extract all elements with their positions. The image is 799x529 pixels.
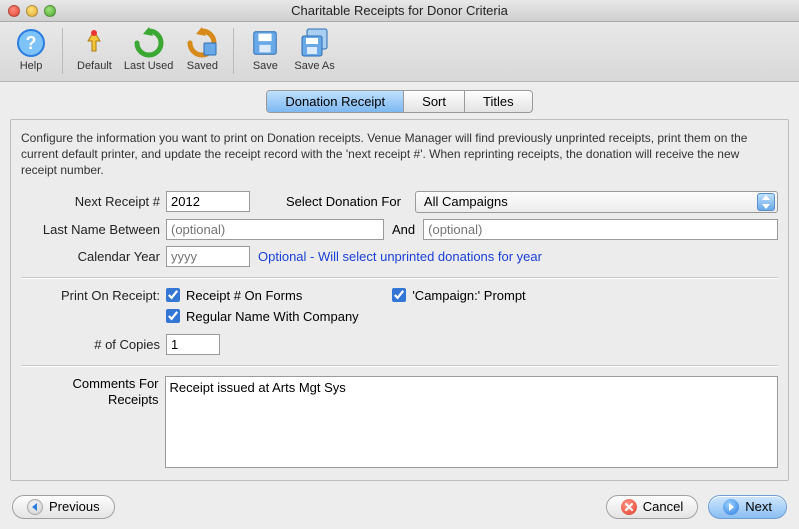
- chk-campaign-prompt-label: 'Campaign:' Prompt: [412, 288, 525, 303]
- tab-bar: Donation Receipt Sort Titles: [266, 90, 532, 113]
- next-receipt-input[interactable]: [166, 191, 250, 212]
- save-button[interactable]: Save: [248, 26, 282, 72]
- print-on-receipt-label: Print On Receipt:: [21, 288, 166, 303]
- save-as-button[interactable]: Save As: [294, 26, 334, 72]
- footer: Previous Cancel Next: [0, 487, 799, 529]
- cancel-button[interactable]: Cancel: [606, 495, 698, 519]
- intro-text: Configure the information you want to pr…: [21, 130, 778, 179]
- next-label: Next: [745, 499, 772, 514]
- chk-regular-name[interactable]: Regular Name With Company: [166, 309, 359, 324]
- copies-label: # of Copies: [21, 337, 166, 352]
- pin-icon: [77, 26, 111, 60]
- tab-titles[interactable]: Titles: [465, 91, 532, 112]
- copies-input[interactable]: [166, 334, 220, 355]
- help-icon: ?: [14, 26, 48, 60]
- chk-receipt-on-forms-box[interactable]: [166, 288, 180, 302]
- saved-button[interactable]: Saved: [185, 26, 219, 72]
- save-as-label: Save As: [294, 60, 334, 72]
- content-area: Donation Receipt Sort Titles Configure t…: [0, 82, 799, 487]
- next-button[interactable]: Next: [708, 495, 787, 519]
- combo-arrows-icon: [757, 193, 775, 211]
- last-used-label: Last Used: [124, 60, 174, 72]
- chk-campaign-prompt[interactable]: 'Campaign:' Prompt: [392, 288, 525, 303]
- titlebar: Charitable Receipts for Donor Criteria: [0, 0, 799, 22]
- and-label: And: [392, 222, 415, 237]
- default-label: Default: [77, 60, 112, 72]
- select-donation-for-value: All Campaigns: [424, 194, 508, 209]
- divider: [21, 277, 778, 278]
- toolbar: ? Help Default Last Used Saved Save Save…: [0, 22, 799, 82]
- floppy-icon: [248, 26, 282, 60]
- help-label: Help: [20, 60, 43, 72]
- form-panel: Configure the information you want to pr…: [10, 119, 789, 481]
- calendar-year-input[interactable]: [166, 246, 250, 267]
- toolbar-separator: [233, 28, 234, 74]
- cancel-icon: [621, 499, 637, 515]
- window-title: Charitable Receipts for Donor Criteria: [0, 3, 799, 18]
- chk-regular-name-box[interactable]: [166, 309, 180, 323]
- cancel-label: Cancel: [643, 499, 683, 514]
- chk-receipt-on-forms[interactable]: Receipt # On Forms: [166, 288, 302, 303]
- last-used-button[interactable]: Last Used: [124, 26, 174, 72]
- tab-donation-receipt[interactable]: Donation Receipt: [267, 91, 404, 112]
- last-name-to-input[interactable]: [423, 219, 778, 240]
- next-receipt-label: Next Receipt #: [21, 194, 166, 209]
- calendar-year-hint: Optional - Will select unprinted donatio…: [258, 249, 542, 264]
- chk-receipt-on-forms-label: Receipt # On Forms: [186, 288, 302, 303]
- divider: [21, 365, 778, 366]
- tab-sort[interactable]: Sort: [404, 91, 465, 112]
- chk-regular-name-label: Regular Name With Company: [186, 309, 359, 324]
- comments-textarea[interactable]: [165, 376, 778, 468]
- help-button[interactable]: ? Help: [14, 26, 48, 72]
- svg-text:?: ?: [26, 33, 37, 53]
- last-name-between-label: Last Name Between: [21, 222, 166, 237]
- recycle-icon: [132, 26, 166, 60]
- arrow-right-icon: [723, 499, 739, 515]
- previous-button[interactable]: Previous: [12, 495, 115, 519]
- previous-label: Previous: [49, 499, 100, 514]
- floppy-multi-icon: [298, 26, 332, 60]
- saved-label: Saved: [187, 60, 218, 72]
- last-name-from-input[interactable]: [166, 219, 384, 240]
- arrow-left-icon: [27, 499, 43, 515]
- save-label: Save: [253, 60, 278, 72]
- comments-label: Comments For Receipts: [21, 376, 165, 409]
- select-donation-for-label: Select Donation For: [286, 194, 401, 209]
- toolbar-separator: [62, 28, 63, 74]
- saved-icon: [185, 26, 219, 60]
- calendar-year-label: Calendar Year: [21, 249, 166, 264]
- default-button[interactable]: Default: [77, 26, 112, 72]
- chk-campaign-prompt-box[interactable]: [392, 288, 406, 302]
- select-donation-for-combo[interactable]: All Campaigns: [415, 191, 778, 213]
